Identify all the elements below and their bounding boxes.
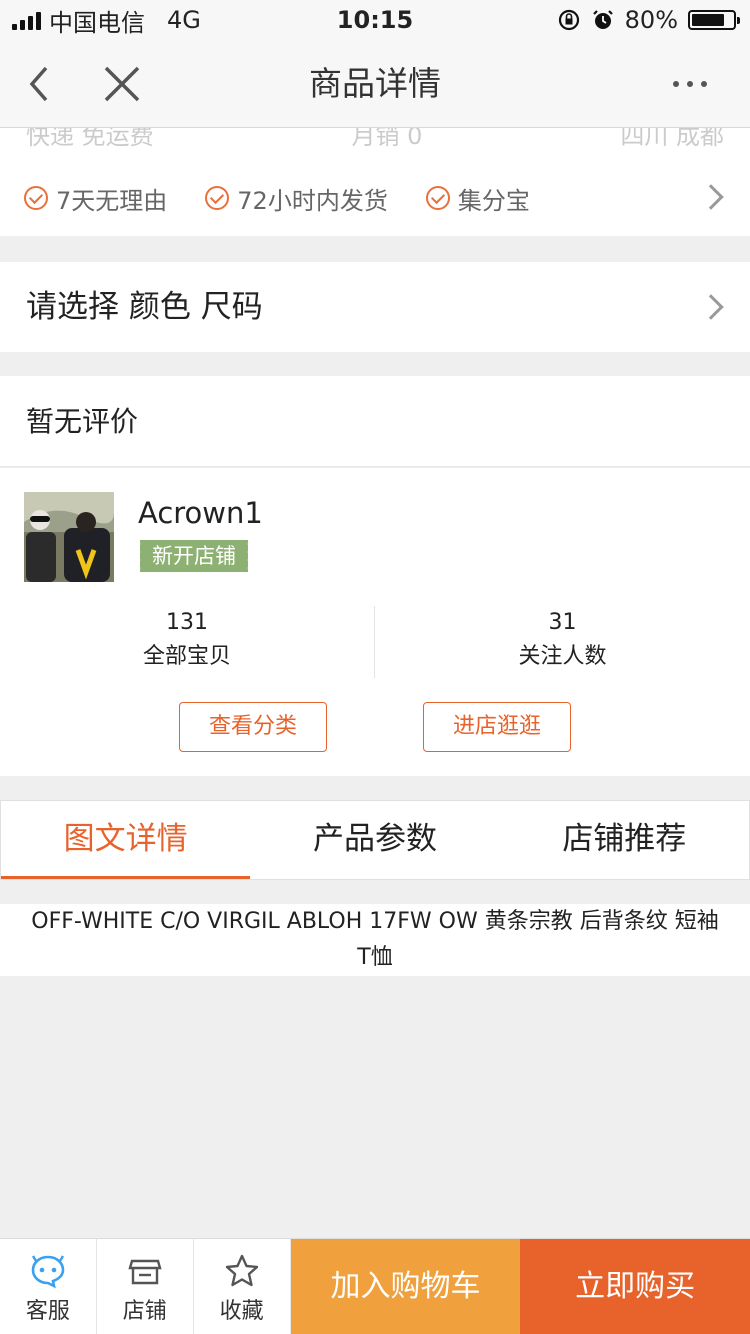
check-circle-icon	[425, 186, 450, 210]
stat-all-items[interactable]: 131 全部宝贝	[0, 606, 375, 678]
stat-label: 关注人数	[518, 644, 607, 669]
reviews-section: 暂无评价	[0, 376, 750, 467]
battery-icon	[688, 10, 740, 30]
tab-product-params[interactable]: 产品参数	[250, 801, 499, 879]
select-color-size[interactable]: 请选择 颜色 尺码	[0, 262, 750, 352]
shop-name[interactable]: Acrown1	[138, 496, 263, 530]
service-guarantees[interactable]: 快递 免运费 月销 0 四川 成都 7天无理由 72小时内发货 集分宝	[0, 128, 750, 236]
check-circle-icon	[205, 186, 230, 210]
view-category-button[interactable]: 查看分类	[179, 702, 327, 752]
chat-bubble-icon	[31, 1255, 65, 1289]
tab-graphic-details[interactable]: 图文详情	[1, 801, 251, 879]
favorite-button[interactable]: 收藏	[194, 1239, 291, 1334]
more-icon[interactable]	[670, 74, 710, 94]
stat-value: 131	[166, 610, 208, 635]
chevron-right-icon	[698, 184, 724, 210]
store-button[interactable]: 店铺	[97, 1239, 194, 1334]
service-item: 72小时内发货	[205, 181, 388, 216]
signal-icon	[12, 10, 41, 30]
customer-service-label: 客服	[25, 1299, 70, 1324]
stat-value: 31	[548, 610, 577, 635]
description-line: T恤	[357, 945, 393, 970]
bottom-action-bar: 客服 店铺 收藏 加入购物车 立即购买	[0, 1238, 750, 1334]
store-icon	[128, 1259, 162, 1285]
service-item: 集分宝	[425, 181, 530, 216]
new-shop-badge: 新开店铺	[137, 540, 248, 572]
tab-shop-recommend[interactable]: 店铺推荐	[500, 801, 749, 879]
product-description: OFF-WHITE C/O VIRGIL ABLOH 17FW OW 黄条宗教 …	[0, 904, 750, 976]
service-item: 7天无理由	[24, 181, 167, 216]
network-type: 4G	[167, 6, 201, 34]
store-label: 店铺	[122, 1299, 167, 1324]
battery-percent: 80%	[624, 6, 678, 34]
shop-avatar[interactable]	[24, 492, 114, 582]
carrier-name: 中国电信	[49, 8, 145, 37]
check-circle-icon	[24, 186, 48, 210]
buy-now-button[interactable]: 立即购买	[520, 1239, 750, 1334]
enter-shop-button[interactable]: 进店逛逛	[423, 702, 571, 752]
page-title: 商品详情	[309, 64, 441, 103]
reviews-label: 暂无评价	[26, 405, 139, 438]
shop-card: Acrown1 新开店铺 131 全部宝贝 31 关注人数 查看分类 进店逛逛	[0, 468, 750, 776]
nav-bar: 商品详情	[0, 40, 750, 128]
orientation-lock-icon	[558, 9, 579, 31]
add-to-cart-button[interactable]: 加入购物车	[290, 1239, 521, 1334]
customer-service-button[interactable]: 客服	[0, 1239, 97, 1334]
stat-followers[interactable]: 31 关注人数	[375, 606, 750, 678]
star-icon	[225, 1254, 258, 1287]
status-bar: 中国电信 4G 10:15 80%	[0, 0, 750, 40]
alarm-icon	[592, 10, 613, 29]
stat-label: 全部宝贝	[142, 644, 231, 669]
description-line: OFF-WHITE C/O VIRGIL ABLOH 17FW OW 黄条宗教 …	[31, 909, 719, 934]
favorite-label: 收藏	[219, 1299, 264, 1324]
clipped-info-row: 快递 免运费 月销 0 四川 成都	[26, 128, 724, 150]
detail-tabs: 图文详情 产品参数 店铺推荐	[0, 800, 750, 880]
chevron-right-icon	[698, 294, 724, 320]
select-label: 请选择 颜色 尺码	[26, 289, 263, 325]
